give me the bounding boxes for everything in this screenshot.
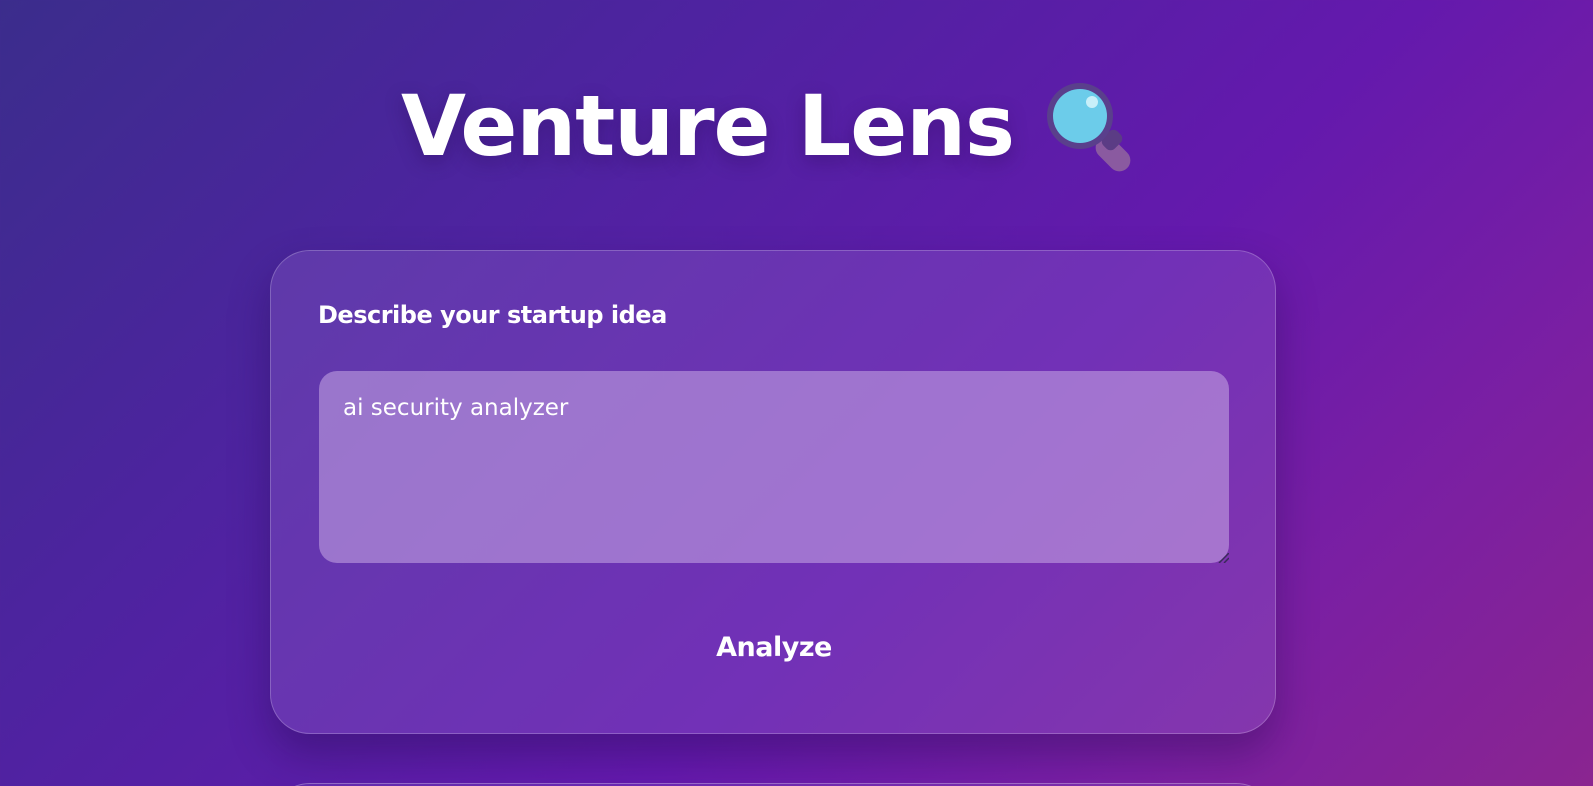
page-header: Venture Lens [0, 78, 1567, 174]
startup-idea-textarea[interactable]: ai security analyzer [319, 371, 1229, 563]
page-title: Venture Lens [400, 77, 1015, 175]
resize-handle-icon[interactable] [1217, 553, 1229, 563]
idea-field-label: Describe your startup idea [318, 301, 667, 329]
idea-form-card: Describe your startup idea ai security a… [270, 250, 1276, 734]
magnifying-glass-icon [1044, 82, 1140, 178]
analyze-button[interactable]: Analyze [674, 621, 874, 673]
